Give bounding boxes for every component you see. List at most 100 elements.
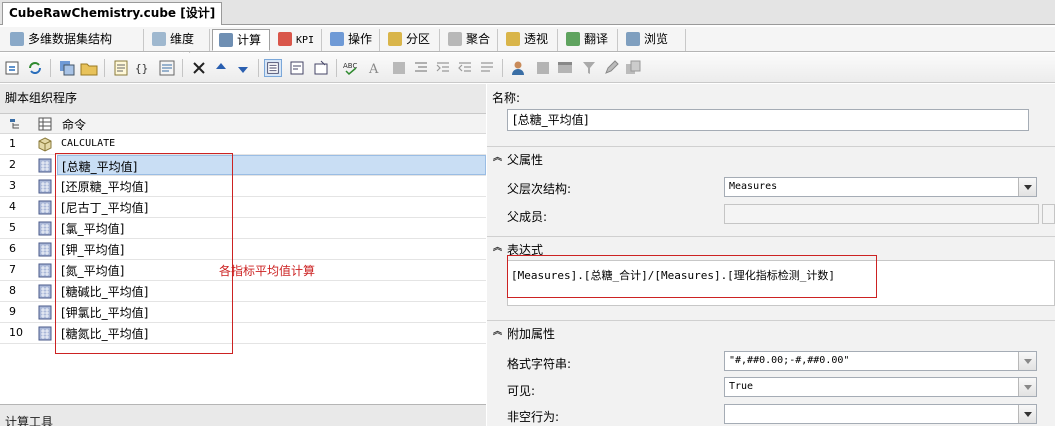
spell-check-icon[interactable]: ABC <box>342 59 360 77</box>
tab-partitions[interactable]: 分区 <box>382 29 440 51</box>
section-title: 父属性 <box>507 153 544 167</box>
script-command-icon <box>38 137 52 152</box>
outdent-icon[interactable] <box>456 59 474 77</box>
open-folder-icon[interactable] <box>80 59 98 77</box>
user-icon[interactable] <box>510 59 528 77</box>
comment-icon[interactable] <box>478 59 496 77</box>
tab-cube-structure[interactable]: 多维数据集结构 <box>4 29 144 51</box>
calculations-toolbar: {} ABC A <box>0 53 1055 83</box>
name-field[interactable]: [总糖_平均值] <box>507 109 1029 131</box>
document-tab[interactable]: CubeRawChemistry.cube [设计] <box>2 2 223 25</box>
annotation-text: 各指标平均值计算 <box>219 264 316 278</box>
visible-value: True <box>729 381 754 392</box>
script-organizer-pane: 脚本组织程序 命令 1 CALCULATE 2 [总糖_平均值] 3 [还原糖_… <box>0 84 486 426</box>
section-title: 附加属性 <box>507 327 556 341</box>
filter-icon[interactable] <box>580 59 598 77</box>
command-cell[interactable]: CALCULATE <box>57 134 486 154</box>
new-script-command-icon[interactable] <box>112 59 130 77</box>
highlight-box-members <box>55 153 233 354</box>
tab-dimension-usage[interactable]: 维度用法 <box>146 29 210 66</box>
actions-icon <box>330 32 344 46</box>
edit-icon[interactable] <box>602 59 620 77</box>
tab-label: KPI <box>296 35 315 46</box>
format-string-dropdown[interactable]: "#,##0.00;-#,##0.00" <box>724 351 1037 371</box>
toolbar-separator <box>104 59 105 77</box>
tab-label: 计算 <box>237 33 262 47</box>
row-number: 7 <box>9 263 16 276</box>
toolbar-separator <box>258 59 259 77</box>
tab-browser[interactable]: 浏览器 <box>620 29 686 66</box>
calculated-member-icon <box>38 305 52 320</box>
format-string-value: "#,##0.00;-#,##0.00" <box>729 355 850 366</box>
new-named-set-icon[interactable] <box>58 59 76 77</box>
row-number: 10 <box>9 326 23 339</box>
row-number: 9 <box>9 305 16 318</box>
visible-label: 可见: <box>507 384 536 398</box>
visible-dropdown[interactable]: True <box>724 377 1037 397</box>
script-organizer-header: 脚本组织程序 <box>0 84 486 114</box>
row-selector-icon[interactable] <box>9 117 23 131</box>
reconnect-icon[interactable] <box>26 59 44 77</box>
calculated-member-icon <box>38 158 52 173</box>
chevron-down-icon[interactable] <box>1018 378 1036 396</box>
properties-icon[interactable] <box>312 59 330 77</box>
calculator-icon <box>219 33 233 47</box>
grid-table-icon <box>38 117 52 131</box>
collapse-chevron-icon[interactable]: ︽ <box>493 243 503 253</box>
form-view-icon[interactable] <box>264 59 282 77</box>
parent-member-field <box>724 204 1039 224</box>
new-calculated-member-icon[interactable] <box>4 59 22 77</box>
tab-kpi[interactable]: KPI <box>272 29 322 51</box>
font-icon[interactable]: A <box>366 59 384 77</box>
template-icon[interactable] <box>534 59 552 77</box>
tab-actions[interactable]: 操作 <box>324 29 380 51</box>
column-header-command[interactable]: 命令 <box>62 116 86 133</box>
document-tab-bar: CubeRawChemistry.cube [设计] <box>0 0 1055 25</box>
script-view-icon[interactable] <box>158 59 176 77</box>
tab-aggregations[interactable]: 聚合 <box>442 29 498 51</box>
color-fill-icon[interactable] <box>390 59 408 77</box>
tab-label: 翻译 <box>584 32 609 46</box>
tab-calculations[interactable]: 计算 <box>212 29 270 51</box>
non-empty-behavior-dropdown[interactable] <box>724 404 1037 424</box>
collapse-chevron-icon[interactable]: ︽ <box>493 153 503 163</box>
script-braces-icon[interactable]: {} <box>134 59 152 77</box>
tab-label: 聚合 <box>466 32 491 46</box>
non-empty-behavior-label: 非空行为: <box>507 410 560 424</box>
toolbar-separator <box>182 59 183 77</box>
calculated-member-form: 名称: [总糖_平均值] ︽ 父属性 父层次结构: Measures 父成员: … <box>487 84 1055 426</box>
highlight-box-expression <box>507 255 877 298</box>
copy-icon[interactable] <box>624 59 642 77</box>
script-view-toggle-icon[interactable] <box>288 59 306 77</box>
cube-structure-icon <box>10 32 24 46</box>
chevron-down-icon[interactable] <box>1018 405 1036 423</box>
format-string-label: 格式字符串: <box>507 357 572 371</box>
indent-icon[interactable] <box>434 59 452 77</box>
collapse-chevron-icon[interactable]: ︽ <box>493 327 503 337</box>
partitions-icon <box>388 32 402 46</box>
parent-properties-section[interactable]: ︽ 父属性 <box>487 146 1055 170</box>
row-number: 3 <box>9 179 16 192</box>
align-icon[interactable] <box>412 59 430 77</box>
tab-label: 操作 <box>348 32 373 46</box>
tab-perspectives[interactable]: 透视 <box>500 29 558 51</box>
toolbar-separator <box>336 59 337 77</box>
parent-hierarchy-label: 父层次结构: <box>507 182 572 196</box>
window-icon[interactable] <box>556 59 574 77</box>
tab-translations[interactable]: 翻译 <box>560 29 618 51</box>
table-row[interactable]: 1 CALCULATE <box>0 134 486 155</box>
move-up-icon[interactable] <box>212 59 230 77</box>
parent-hierarchy-dropdown[interactable]: Measures <box>724 177 1037 197</box>
move-down-icon[interactable] <box>234 59 252 77</box>
grid-header: 命令 <box>0 114 486 134</box>
parent-member-label: 父成员: <box>507 210 548 224</box>
parent-member-browse-button[interactable] <box>1042 204 1055 224</box>
row-number: 8 <box>9 284 16 297</box>
chevron-down-icon[interactable] <box>1018 178 1036 196</box>
kpi-icon <box>278 32 292 46</box>
delete-icon[interactable] <box>190 59 208 77</box>
additional-properties-section[interactable]: ︽ 附加属性 <box>487 320 1055 344</box>
chevron-down-icon[interactable] <box>1018 352 1036 370</box>
aggregations-icon <box>448 32 462 46</box>
calculation-tools-header: 计算工具 <box>0 404 486 426</box>
